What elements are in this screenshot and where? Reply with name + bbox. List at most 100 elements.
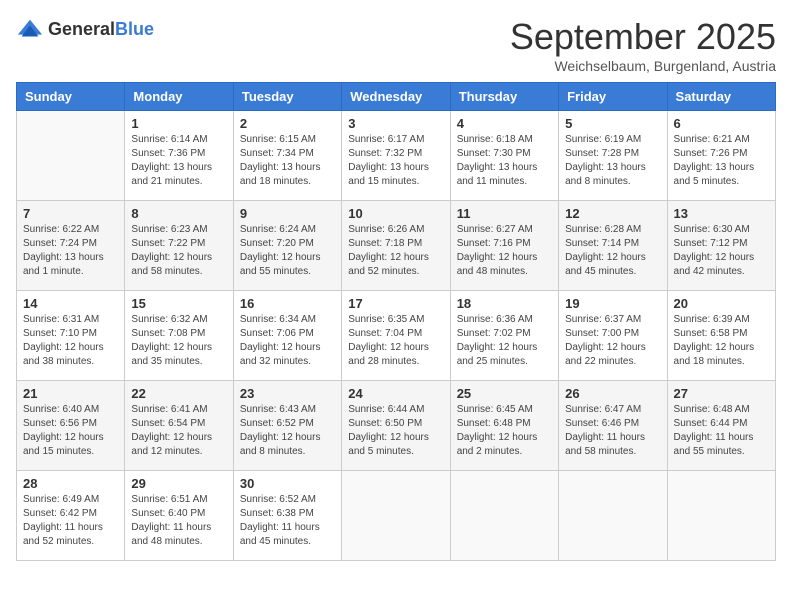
calendar-header-cell: Monday — [125, 83, 233, 111]
calendar-day-cell: 20Sunrise: 6:39 AM Sunset: 6:58 PM Dayli… — [667, 291, 775, 381]
calendar-day-cell: 14 Sunrise: 6:31 AM Sunset: 7:10 PM Dayli… — [17, 291, 125, 381]
calendar-week-row: 14 Sunrise: 6:31 AM Sunset: 7:10 PM Dayli… — [17, 291, 776, 381]
day-number: 26 — [565, 386, 660, 401]
calendar-day-cell: 9Sunrise: 6:24 AM Sunset: 7:20 PM Daylig… — [233, 201, 341, 291]
day-number: 18 — [457, 296, 552, 311]
day-number: 3 — [348, 116, 443, 131]
calendar-day-cell — [342, 471, 450, 561]
location: Weichselbaum, Burgenland, Austria — [510, 58, 776, 74]
day-number: 13 — [674, 206, 769, 221]
calendar-week-row: 7 Sunrise: 6:22 AM Sunset: 7:24 PM Daylig… — [17, 201, 776, 291]
calendar-day-cell: 12Sunrise: 6:28 AM Sunset: 7:14 PM Dayli… — [559, 201, 667, 291]
calendar-header-cell: Wednesday — [342, 83, 450, 111]
calendar-day-cell: 17 Sunrise: 6:35 AM Sunset: 7:04 PM Dayli… — [342, 291, 450, 381]
day-number: 22 — [131, 386, 226, 401]
day-info: Sunrise: 6:39 AM Sunset: 6:58 PM Dayligh… — [674, 313, 769, 369]
day-info: Sunrise: 6:31 AM Sunset: 7:10 PM Dayligh… — [23, 313, 118, 369]
day-number: 23 — [240, 386, 335, 401]
calendar-week-row: 28 Sunrise: 6:49 AM Sunset: 6:42 PM Dayli… — [17, 471, 776, 561]
calendar-header-cell: Saturday — [667, 83, 775, 111]
calendar-day-cell — [667, 471, 775, 561]
calendar-week-row: 1 Sunrise: 6:14 AM Sunset: 7:36 PM Daylig… — [17, 111, 776, 201]
day-info: Sunrise: 6:35 AM Sunset: 7:04 PM Dayligh… — [348, 313, 443, 369]
day-info: Sunrise: 6:34 AM Sunset: 7:06 PM Dayligh… — [240, 313, 335, 369]
calendar-day-cell: 29 Sunrise: 6:51 AM Sunset: 6:40 PM Dayli… — [125, 471, 233, 561]
day-number: 28 — [23, 476, 118, 491]
day-info: Sunrise: 6:40 AM Sunset: 6:56 PM Dayligh… — [23, 403, 118, 459]
day-info: Sunrise: 6:41 AM Sunset: 6:54 PM Dayligh… — [131, 403, 226, 459]
title-block: September 2025 Weichselbaum, Burgenland,… — [510, 16, 776, 74]
day-number: 10 — [348, 206, 443, 221]
calendar-day-cell: 27Sunrise: 6:48 AM Sunset: 6:44 PM Dayli… — [667, 381, 775, 471]
day-number: 16 — [240, 296, 335, 311]
logo: GeneralBlue — [16, 16, 154, 44]
day-number: 11 — [457, 206, 552, 221]
calendar-day-cell: 21 Sunrise: 6:40 AM Sunset: 6:56 PM Dayli… — [17, 381, 125, 471]
day-info: Sunrise: 6:45 AM Sunset: 6:48 PM Dayligh… — [457, 403, 552, 459]
day-number: 29 — [131, 476, 226, 491]
day-number: 21 — [23, 386, 118, 401]
month-title: September 2025 — [510, 16, 776, 58]
day-info: Sunrise: 6:17 AM Sunset: 7:32 PM Dayligh… — [348, 133, 443, 189]
day-info: Sunrise: 6:47 AM Sunset: 6:46 PM Dayligh… — [565, 403, 660, 459]
calendar-day-cell: 26 Sunrise: 6:47 AM Sunset: 6:46 PM Dayli… — [559, 381, 667, 471]
day-info: Sunrise: 6:51 AM Sunset: 6:40 PM Dayligh… — [131, 493, 226, 549]
calendar-day-cell: 19 Sunrise: 6:37 AM Sunset: 7:00 PM Dayli… — [559, 291, 667, 381]
day-info: Sunrise: 6:30 AM Sunset: 7:12 PM Dayligh… — [674, 223, 769, 279]
calendar-day-cell: 30Sunrise: 6:52 AM Sunset: 6:38 PM Dayli… — [233, 471, 341, 561]
day-number: 4 — [457, 116, 552, 131]
calendar-day-cell — [450, 471, 558, 561]
day-info: Sunrise: 6:26 AM Sunset: 7:18 PM Dayligh… — [348, 223, 443, 279]
day-number: 25 — [457, 386, 552, 401]
calendar-day-cell — [559, 471, 667, 561]
day-info: Sunrise: 6:37 AM Sunset: 7:00 PM Dayligh… — [565, 313, 660, 369]
day-number: 5 — [565, 116, 660, 131]
day-info: Sunrise: 6:18 AM Sunset: 7:30 PM Dayligh… — [457, 133, 552, 189]
day-number: 19 — [565, 296, 660, 311]
calendar-day-cell: 5 Sunrise: 6:19 AM Sunset: 7:28 PM Daylig… — [559, 111, 667, 201]
calendar-day-cell: 6Sunrise: 6:21 AM Sunset: 7:26 PM Daylig… — [667, 111, 775, 201]
calendar-day-cell: 7 Sunrise: 6:22 AM Sunset: 7:24 PM Daylig… — [17, 201, 125, 291]
day-number: 17 — [348, 296, 443, 311]
day-info: Sunrise: 6:28 AM Sunset: 7:14 PM Dayligh… — [565, 223, 660, 279]
calendar-day-cell: 2Sunrise: 6:15 AM Sunset: 7:34 PM Daylig… — [233, 111, 341, 201]
day-number: 30 — [240, 476, 335, 491]
day-number: 7 — [23, 206, 118, 221]
day-info: Sunrise: 6:32 AM Sunset: 7:08 PM Dayligh… — [131, 313, 226, 369]
calendar-header-row: SundayMondayTuesdayWednesdayThursdayFrid… — [17, 83, 776, 111]
calendar-day-cell: 11 Sunrise: 6:27 AM Sunset: 7:16 PM Dayli… — [450, 201, 558, 291]
logo-general: GeneralBlue — [48, 20, 154, 40]
day-info: Sunrise: 6:44 AM Sunset: 6:50 PM Dayligh… — [348, 403, 443, 459]
day-number: 8 — [131, 206, 226, 221]
calendar-body: 1 Sunrise: 6:14 AM Sunset: 7:36 PM Daylig… — [17, 111, 776, 561]
calendar-day-cell: 23 Sunrise: 6:43 AM Sunset: 6:52 PM Dayli… — [233, 381, 341, 471]
day-number: 1 — [131, 116, 226, 131]
day-number: 9 — [240, 206, 335, 221]
day-info: Sunrise: 6:23 AM Sunset: 7:22 PM Dayligh… — [131, 223, 226, 279]
day-number: 15 — [131, 296, 226, 311]
calendar-header-cell: Friday — [559, 83, 667, 111]
calendar-day-cell: 25 Sunrise: 6:45 AM Sunset: 6:48 PM Dayli… — [450, 381, 558, 471]
calendar-header-cell: Thursday — [450, 83, 558, 111]
calendar-header-cell: Tuesday — [233, 83, 341, 111]
page-header: GeneralBlue September 2025 Weichselbaum,… — [16, 16, 776, 74]
day-info: Sunrise: 6:48 AM Sunset: 6:44 PM Dayligh… — [674, 403, 769, 459]
day-info: Sunrise: 6:36 AM Sunset: 7:02 PM Dayligh… — [457, 313, 552, 369]
calendar-day-cell: 18 Sunrise: 6:36 AM Sunset: 7:02 PM Dayli… — [450, 291, 558, 381]
calendar-day-cell: 16 Sunrise: 6:34 AM Sunset: 7:06 PM Dayli… — [233, 291, 341, 381]
calendar-day-cell: 13 Sunrise: 6:30 AM Sunset: 7:12 PM Dayli… — [667, 201, 775, 291]
day-number: 6 — [674, 116, 769, 131]
calendar-day-cell — [17, 111, 125, 201]
calendar-day-cell: 3 Sunrise: 6:17 AM Sunset: 7:32 PM Daylig… — [342, 111, 450, 201]
calendar-day-cell: 15 Sunrise: 6:32 AM Sunset: 7:08 PM Dayli… — [125, 291, 233, 381]
day-info: Sunrise: 6:14 AM Sunset: 7:36 PM Dayligh… — [131, 133, 226, 189]
day-info: Sunrise: 6:19 AM Sunset: 7:28 PM Dayligh… — [565, 133, 660, 189]
calendar-day-cell: 22 Sunrise: 6:41 AM Sunset: 6:54 PM Dayli… — [125, 381, 233, 471]
day-info: Sunrise: 6:49 AM Sunset: 6:42 PM Dayligh… — [23, 493, 118, 549]
day-number: 14 — [23, 296, 118, 311]
day-info: Sunrise: 6:27 AM Sunset: 7:16 PM Dayligh… — [457, 223, 552, 279]
calendar-day-cell: 4 Sunrise: 6:18 AM Sunset: 7:30 PM Daylig… — [450, 111, 558, 201]
day-info: Sunrise: 6:43 AM Sunset: 6:52 PM Dayligh… — [240, 403, 335, 459]
day-info: Sunrise: 6:22 AM Sunset: 7:24 PM Dayligh… — [23, 223, 118, 279]
calendar-week-row: 21 Sunrise: 6:40 AM Sunset: 6:56 PM Dayli… — [17, 381, 776, 471]
